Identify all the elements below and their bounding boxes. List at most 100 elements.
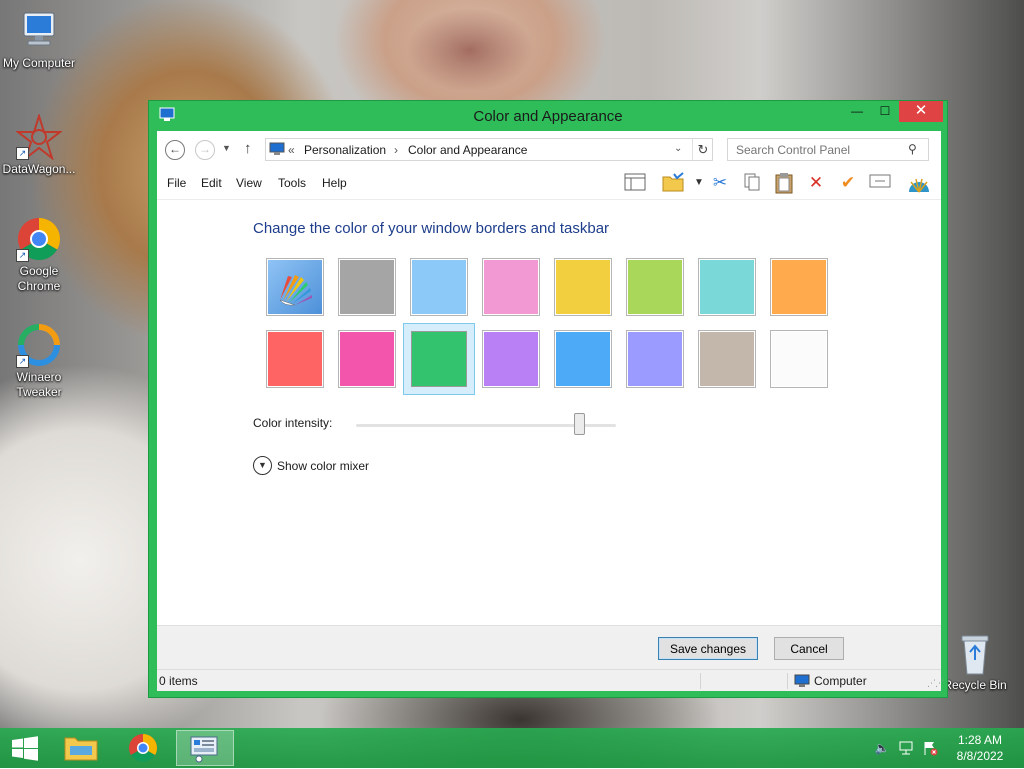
status-location: Computer <box>814 674 867 688</box>
color-swatch-fill <box>628 332 682 386</box>
color-swatch-blue[interactable] <box>554 330 612 388</box>
start-button[interactable] <box>0 730 50 766</box>
clock-date[interactable]: 8/8/2022 <box>948 749 1012 763</box>
taskbar: 🔈 1:28 AM 8/8/2022 <box>0 728 1024 768</box>
recent-locations-button[interactable]: ▼ <box>222 143 231 153</box>
color-swatch-fill <box>556 260 610 314</box>
speaker-muted-icon[interactable]: 🔈 <box>874 740 890 756</box>
taskbar-file-explorer[interactable] <box>52 730 110 766</box>
address-bar[interactable]: « Personalization › Color and Appearance… <box>265 138 713 161</box>
color-swatch-lime[interactable] <box>626 258 684 316</box>
color-swatch-fill <box>340 260 394 314</box>
color-swatch-orange[interactable] <box>770 258 828 316</box>
desktop-icon-label: DataWagon... <box>2 162 76 176</box>
delete-icon[interactable]: ✕ <box>804 172 828 194</box>
desktop-icon-label: Winaero Tweaker <box>16 370 62 399</box>
dialog-footer: Save changes Cancel <box>157 625 941 669</box>
color-and-appearance-window: Color and Appearance — ☐ ✕ ← → ▼ ↑ « Per… <box>148 100 948 698</box>
color-swatch-automatic[interactable] <box>266 258 324 316</box>
window-client-area: ← → ▼ ↑ « Personalization › Color and Ap… <box>157 131 944 691</box>
color-swatch-pink[interactable] <box>482 258 540 316</box>
resize-grip-icon[interactable]: ⋰⋰ <box>927 678 944 689</box>
desktop-icon-my-computer[interactable]: My Computer <box>0 8 78 71</box>
desktop-icon-label: Google Chrome <box>17 264 61 293</box>
menu-file[interactable]: File <box>167 176 186 190</box>
color-swatch-gray[interactable] <box>338 258 396 316</box>
desktop-icon-datawagon[interactable]: ↗ DataWagon... <box>0 112 78 177</box>
desktop-icon-google-chrome[interactable]: ↗ Google Chrome <box>0 216 78 294</box>
winaero-icon: ↗ <box>16 322 62 368</box>
chrome-icon: ↗ <box>16 216 62 262</box>
menu-view[interactable]: View <box>236 176 262 190</box>
desktop-icon-winaero-tweaker[interactable]: ↗ Winaero Tweaker <box>0 322 78 400</box>
color-swatch-periwinkle[interactable] <box>626 330 684 388</box>
taskbar-chrome[interactable] <box>114 730 172 766</box>
recycle-bin-icon <box>952 630 998 676</box>
menu-help[interactable]: Help <box>322 176 347 190</box>
save-changes-button[interactable]: Save changes <box>658 637 758 660</box>
color-swatch-fill <box>772 332 826 386</box>
chevron-down-icon: ▼ <box>253 456 272 475</box>
folder-options-icon[interactable] <box>661 172 685 194</box>
up-button[interactable]: ↑ <box>244 140 252 157</box>
window-title: Color and Appearance <box>473 108 623 125</box>
color-swatch-teal[interactable] <box>698 258 756 316</box>
clock-time[interactable]: 1:28 AM <box>948 733 1012 747</box>
maximize-button[interactable]: ☐ <box>871 101 899 122</box>
close-button[interactable]: ✕ <box>899 101 943 122</box>
menu-bar: File Edit View Tools Help ▼ ✂ ✕ ✔ <box>157 167 941 200</box>
breadcrumb-color-and-appearance[interactable]: Color and Appearance <box>408 143 527 157</box>
menu-tools[interactable]: Tools <box>278 176 306 190</box>
color-swatch-violet[interactable] <box>482 330 540 388</box>
color-swatch-sky-blue[interactable] <box>410 258 468 316</box>
menu-edit[interactable]: Edit <box>201 176 222 190</box>
breadcrumb-separator[interactable]: › <box>394 143 398 157</box>
breadcrumb-overflow[interactable]: « <box>288 143 295 157</box>
shortcut-arrow-icon: ↗ <box>16 355 29 368</box>
forward-button[interactable]: → <box>195 140 215 160</box>
color-swatch-yellow[interactable] <box>554 258 612 316</box>
color-swatch-fill <box>484 332 538 386</box>
color-swatch-fill <box>268 332 322 386</box>
color-swatch-white[interactable] <box>770 330 828 388</box>
color-swatch-magenta[interactable] <box>338 330 396 388</box>
flag-icon[interactable] <box>922 740 938 756</box>
back-button[interactable]: ← <box>165 140 185 160</box>
navigation-bar: ← → ▼ ↑ « Personalization › Color and Ap… <box>157 131 941 167</box>
network-icon[interactable] <box>898 740 914 756</box>
search-input[interactable] <box>728 139 904 160</box>
color-swatch-green[interactable] <box>403 323 475 395</box>
cut-icon[interactable]: ✂ <box>708 172 732 194</box>
minimize-button[interactable]: — <box>843 101 871 122</box>
status-divider <box>700 673 701 689</box>
copy-icon[interactable] <box>740 172 764 194</box>
refresh-button[interactable]: ↻ <box>692 139 713 160</box>
palette-icon <box>279 275 312 306</box>
taskbar-control-panel[interactable] <box>176 730 234 766</box>
start-icon <box>12 736 38 761</box>
status-item-count: 0 items <box>159 674 198 688</box>
breadcrumb-personalization[interactable]: Personalization <box>304 143 386 157</box>
color-swatch-fill <box>700 260 754 314</box>
show-color-mixer-label: Show color mixer <box>277 459 370 473</box>
shell-icon[interactable] <box>907 172 931 194</box>
cancel-button[interactable]: Cancel <box>774 637 844 660</box>
desktop-icon-label: My Computer <box>2 56 76 70</box>
color-intensity-slider-thumb[interactable] <box>574 413 586 435</box>
arrow-left-icon: ← <box>169 142 181 156</box>
rename-icon[interactable] <box>868 172 892 194</box>
control-panel-icon <box>190 736 218 763</box>
title-bar[interactable]: Color and Appearance — ☐ ✕ <box>149 101 947 131</box>
color-swatch-fill <box>268 260 322 314</box>
search-icon[interactable]: ⚲ <box>908 142 917 156</box>
properties-check-icon[interactable]: ✔ <box>836 172 860 194</box>
color-swatch-red[interactable] <box>266 330 324 388</box>
chevron-down-icon[interactable]: ⌄ <box>674 143 682 154</box>
status-divider <box>787 673 788 689</box>
status-bar: 0 items Computer ⋰⋰ <box>157 669 944 691</box>
refresh-icon: ↻ <box>697 142 709 157</box>
color-swatch-taupe[interactable] <box>698 330 756 388</box>
paste-icon[interactable] <box>772 172 796 194</box>
layout-pane-icon[interactable] <box>623 172 647 194</box>
search-box[interactable]: ⚲ <box>727 138 929 161</box>
